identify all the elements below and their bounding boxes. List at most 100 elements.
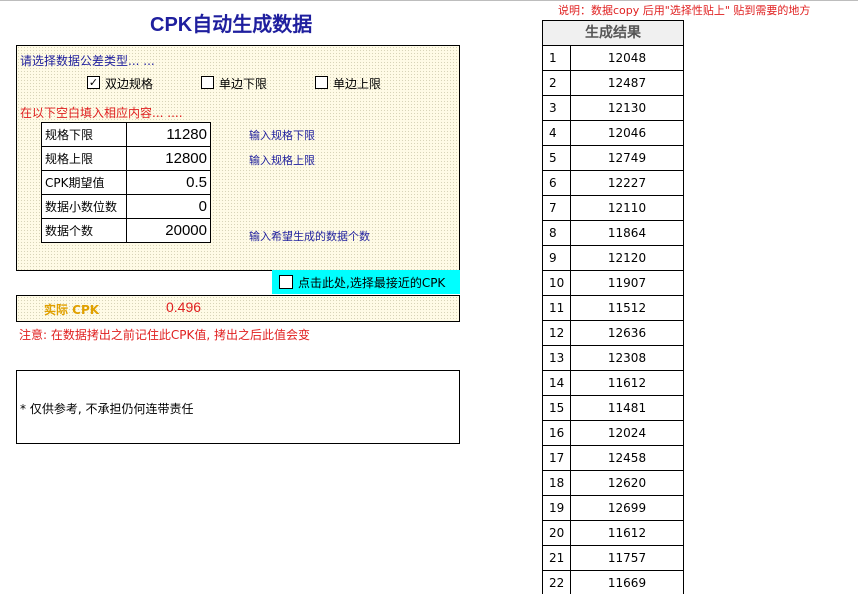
result-row[interactable]: 9 12120	[543, 246, 683, 271]
result-value[interactable]: 11512	[571, 296, 683, 320]
nearest-cpk-option[interactable]: 点击此处,选择最接近的CPK	[272, 270, 460, 294]
result-index: 8	[543, 221, 571, 245]
param-label: 规格下限	[41, 122, 127, 147]
result-row[interactable]: 13 12308	[543, 346, 683, 371]
param-label: 数据小数位数	[41, 194, 127, 219]
param-label: 规格上限	[41, 146, 127, 171]
result-value[interactable]: 12046	[571, 121, 683, 145]
result-value[interactable]: 12308	[571, 346, 683, 370]
result-row[interactable]: 1 12048	[543, 46, 683, 71]
result-index: 21	[543, 546, 571, 570]
param-label: 数据个数	[41, 218, 127, 243]
cpk-target-input[interactable]: 0.5	[126, 170, 211, 195]
result-index: 18	[543, 471, 571, 495]
hint-upper-spec: 输入规格上限	[249, 154, 315, 167]
result-value[interactable]: 12636	[571, 321, 683, 345]
result-value[interactable]: 11669	[571, 571, 683, 594]
results-list: 生成结果 1 12048 2 12487 3 12130 4 12046 5 12749 6 1222…	[542, 20, 684, 594]
result-index: 19	[543, 496, 571, 520]
result-value[interactable]: 11757	[571, 546, 683, 570]
result-value[interactable]: 12620	[571, 471, 683, 495]
result-value[interactable]: 11864	[571, 221, 683, 245]
hint-data-count: 输入希望生成的数据个数	[249, 230, 370, 243]
result-row[interactable]: 18 12620	[543, 471, 683, 496]
checkbox-upper-limit[interactable]	[315, 76, 328, 89]
param-label: CPK期望值	[41, 170, 127, 195]
page-title: CPK自动生成数据	[150, 14, 313, 36]
result-value[interactable]: 12699	[571, 496, 683, 520]
result-value[interactable]: 12110	[571, 196, 683, 220]
disclaimer-text: * 仅供参考, 不承担仍何连带责任	[20, 402, 194, 416]
result-index: 2	[543, 71, 571, 95]
disclaimer-box: * 仅供参考, 不承担仍何连带责任	[16, 370, 460, 444]
result-row[interactable]: 14 11612	[543, 371, 683, 396]
result-value[interactable]: 12120	[571, 246, 683, 270]
usage-note: 说明：数据copy 后用"选择性贴上" 贴到需要的地方	[558, 4, 811, 17]
result-index: 14	[543, 371, 571, 395]
result-index: 22	[543, 571, 571, 594]
result-index: 7	[543, 196, 571, 220]
actual-cpk-label: 实际 CPK	[44, 303, 100, 317]
result-value[interactable]: 12458	[571, 446, 683, 470]
result-index: 6	[543, 171, 571, 195]
result-row[interactable]: 8 11864	[543, 221, 683, 246]
option-upper-limit-label: 单边上限	[333, 77, 382, 91]
result-row[interactable]: 20 11612	[543, 521, 683, 546]
checkbox-nearest-cpk[interactable]	[279, 275, 293, 289]
results-rows: 1 12048 2 12487 3 12130 4 12046 5 12749 6 12227 7 121…	[543, 46, 683, 594]
result-index: 20	[543, 521, 571, 545]
result-value[interactable]: 12487	[571, 71, 683, 95]
result-row[interactable]: 10 11907	[543, 271, 683, 296]
result-row[interactable]: 15 11481	[543, 396, 683, 421]
result-row[interactable]: 16 12024	[543, 421, 683, 446]
result-value[interactable]: 12024	[571, 421, 683, 445]
result-row[interactable]: 21 11757	[543, 546, 683, 571]
decimal-places-input[interactable]: 0	[126, 194, 211, 219]
result-index: 5	[543, 146, 571, 170]
result-row[interactable]: 3 12130	[543, 96, 683, 121]
copy-warning: 注意: 在数据拷出之前记住此CPK值, 拷出之后此值会变	[19, 328, 310, 342]
result-value[interactable]: 11907	[571, 271, 683, 295]
top-border	[0, 0, 858, 1]
result-value[interactable]: 11612	[571, 371, 683, 395]
upper-spec-input[interactable]: 12800	[126, 146, 211, 171]
result-value[interactable]: 12749	[571, 146, 683, 170]
result-row[interactable]: 11 11512	[543, 296, 683, 321]
results-header: 生成结果	[543, 21, 683, 46]
result-value[interactable]: 12227	[571, 171, 683, 195]
result-value[interactable]: 11612	[571, 521, 683, 545]
result-index: 9	[543, 246, 571, 270]
result-row[interactable]: 5 12749	[543, 146, 683, 171]
result-value[interactable]: 12130	[571, 96, 683, 120]
hint-lower-spec: 输入规格下限	[249, 129, 315, 142]
result-row[interactable]: 19 12699	[543, 496, 683, 521]
result-row[interactable]: 6 12227	[543, 171, 683, 196]
result-index: 13	[543, 346, 571, 370]
result-index: 15	[543, 396, 571, 420]
result-row[interactable]: 17 12458	[543, 446, 683, 471]
result-value[interactable]: 11481	[571, 396, 683, 420]
nearest-cpk-label: 点击此处,选择最接近的CPK	[298, 276, 446, 290]
result-index: 1	[543, 46, 571, 70]
result-row[interactable]: 4 12046	[543, 121, 683, 146]
result-value[interactable]: 12048	[571, 46, 683, 70]
result-index: 11	[543, 296, 571, 320]
param-row-usl: 规格上限 12800	[41, 146, 211, 171]
lower-spec-input[interactable]: 11280	[126, 122, 211, 147]
result-row[interactable]: 22 11669	[543, 571, 683, 594]
checkbox-bilateral[interactable]: ✓	[87, 76, 100, 89]
result-index: 4	[543, 121, 571, 145]
result-row[interactable]: 7 12110	[543, 196, 683, 221]
checkbox-lower-limit[interactable]	[201, 76, 214, 89]
data-count-input[interactable]: 20000	[126, 218, 211, 243]
result-row[interactable]: 2 12487	[543, 71, 683, 96]
tolerance-panel: 请选择数据公差类型... ... ✓ 双边规格 单边下限 单边上限 在以下空白填…	[16, 45, 460, 271]
actual-cpk-box: 实际 CPK 0.496	[16, 295, 460, 322]
fill-prompt: 在以下空白填入相应内容... ....	[20, 106, 183, 120]
option-lower-limit-label: 单边下限	[219, 77, 268, 91]
parameter-table: 规格下限 11280 规格上限 12800 CPK期望值 0.5 数据小数位数 …	[41, 122, 211, 243]
result-index: 16	[543, 421, 571, 445]
result-index: 3	[543, 96, 571, 120]
param-row-cpk: CPK期望值 0.5	[41, 170, 211, 195]
result-row[interactable]: 12 12636	[543, 321, 683, 346]
